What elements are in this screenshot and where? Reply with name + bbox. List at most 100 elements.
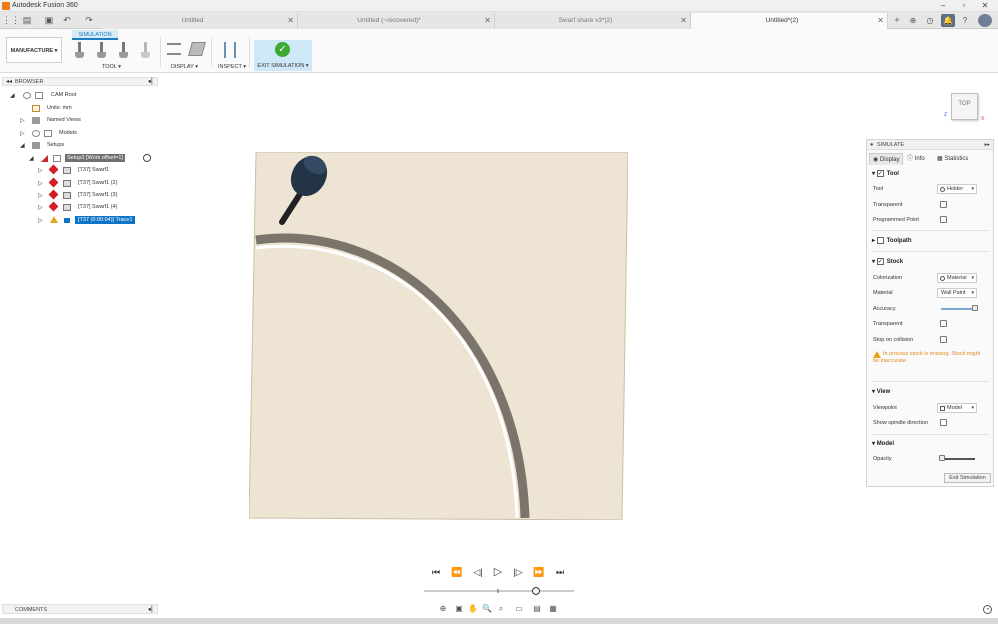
timeline-slider[interactable] <box>424 585 574 597</box>
play-button[interactable]: ▷ <box>491 565 505 579</box>
show-spindle-checkbox[interactable] <box>940 419 947 426</box>
colorization-dropdown[interactable]: Material ▾ <box>937 273 977 283</box>
collapse-icon[interactable]: ◢ <box>29 155 34 162</box>
panel-options-icon[interactable]: ●▏ <box>148 78 156 85</box>
stock-transparent-checkbox[interactable] <box>940 320 947 327</box>
inspect-group-label[interactable]: INSPECT ▾ <box>218 64 246 70</box>
extensions-icon[interactable]: ⊕ <box>906 14 920 27</box>
redo-icon[interactable]: ↷ <box>82 14 96 27</box>
step-forward-button[interactable]: |▷ <box>511 565 525 579</box>
viewcube[interactable]: TOP X Z <box>944 90 984 122</box>
help-icon[interactable]: ? <box>958 14 972 27</box>
step-back-button[interactable]: ◁| <box>471 565 485 579</box>
tab-untitled-recovered[interactable]: Untitled (~recovered)* ✕ <box>298 13 495 29</box>
section-title: Model <box>876 441 895 447</box>
expand-icon[interactable]: ▷ <box>20 117 25 124</box>
expand-icon[interactable]: ▷ <box>38 180 43 187</box>
expand-icon[interactable]: ▷ <box>38 192 43 199</box>
file-menu-icon[interactable]: ▤ <box>20 14 34 27</box>
orbit-icon[interactable]: ⊕ <box>438 604 448 614</box>
expand-icon[interactable]: ▷ <box>38 167 43 174</box>
close-window-button[interactable]: ✕ <box>976 1 994 11</box>
toolpath-display-icon[interactable] <box>167 43 181 55</box>
viewpoint-dropdown[interactable]: Model ▾ <box>937 403 977 413</box>
tab-swarf-share[interactable]: Swarf share v3*(2) ✕ <box>495 13 691 29</box>
comments-panel-header[interactable]: COMMENTS ●▏ <box>2 604 158 614</box>
flat-mill-tool-icon[interactable] <box>75 42 84 60</box>
save-icon[interactable]: ▣ <box>42 14 56 27</box>
minimize-button[interactable]: – <box>934 1 952 11</box>
bull-nose-tool-icon[interactable] <box>119 42 128 60</box>
undo-icon[interactable]: ↶ <box>60 14 74 27</box>
stop-on-collision-checkbox[interactable] <box>940 336 947 343</box>
opacity-slider[interactable] <box>941 458 975 460</box>
skip-to-start-button[interactable]: ⏮ <box>429 565 443 579</box>
tab-untitled[interactable]: Untitled ✕ <box>102 13 298 29</box>
model-section-header[interactable]: ▾ Model <box>872 440 894 447</box>
fit-icon[interactable]: ⌕ <box>496 604 506 614</box>
browser-panel-header[interactable]: ◂◂ BROWSER ●▏ <box>2 77 158 86</box>
collapse-icon[interactable]: ◢ <box>10 92 15 99</box>
tool-section-header[interactable]: ▾ ✓ Tool <box>872 170 899 177</box>
ball-mill-tool-icon[interactable] <box>97 42 106 60</box>
exit-simulation-button[interactable]: ✓ EXIT SIMULATION ▾ <box>254 40 312 71</box>
simulate-icon: ● <box>870 142 874 148</box>
next-operation-button[interactable]: ⏩ <box>532 565 546 579</box>
workspace-switcher[interactable]: MANUFACTURE ▾ <box>6 37 62 63</box>
job-status-icon[interactable]: ◷ <box>923 14 937 27</box>
collapse-panel-icon[interactable]: ◂◂ <box>6 78 12 85</box>
toolpath-visible-checkbox[interactable] <box>876 237 884 244</box>
tool-transparent-checkbox[interactable] <box>940 201 947 208</box>
timeline-handle[interactable] <box>532 587 540 595</box>
display-settings-icon[interactable]: ▭ <box>514 604 524 614</box>
tab-display[interactable]: ◉ Display <box>869 153 903 165</box>
notifications-icon[interactable]: 🔔 <box>941 14 955 27</box>
tab-simulation[interactable]: SIMULATION <box>72 30 118 40</box>
toolpath-section-header[interactable]: ▸ Toolpath <box>872 237 912 244</box>
stock-section-header[interactable]: ▾ ✓ Stock <box>872 258 903 265</box>
expand-icon[interactable]: ▷ <box>38 204 43 211</box>
tool-visible-checkbox[interactable]: ✓ <box>876 170 884 177</box>
close-tab-icon[interactable]: ✕ <box>287 16 294 25</box>
close-tab-icon[interactable]: ✕ <box>877 16 884 25</box>
view-section-header[interactable]: ▾ View <box>872 388 890 395</box>
accuracy-slider-handle[interactable] <box>972 305 979 311</box>
pan-icon[interactable]: ✋ <box>468 604 478 614</box>
material-dropdown[interactable]: Wall Paint ▾ <box>937 288 977 298</box>
grid-icon[interactable]: ▤ <box>532 604 542 614</box>
tool-dropdown[interactable]: Holder ▾ <box>937 184 977 194</box>
maximize-button[interactable]: ▫ <box>955 1 973 11</box>
feedback-icon[interactable]: ◔ <box>983 605 992 614</box>
simulate-panel-header[interactable]: ● SIMULATE ▸▸ <box>867 140 993 150</box>
panel-options-icon[interactable]: ●▏ <box>148 606 156 613</box>
collapse-icon[interactable]: ◢ <box>20 142 25 149</box>
tool-group-label[interactable]: TOOL ▾ <box>102 64 121 70</box>
expand-panel-icon[interactable]: ▸▸ <box>984 140 990 150</box>
camera-icon[interactable]: ▣ <box>454 604 464 614</box>
stock-visible-checkbox[interactable]: ✓ <box>876 258 884 265</box>
avatar[interactable] <box>978 14 992 27</box>
expand-icon[interactable]: ▷ <box>38 217 43 224</box>
app-grid-icon[interactable]: ⋮⋮ <box>2 14 20 27</box>
previous-operation-button[interactable]: ⏪ <box>450 565 464 579</box>
visibility-eye-icon[interactable] <box>23 92 31 99</box>
visibility-eye-icon[interactable] <box>32 130 40 137</box>
programmed-point-checkbox[interactable] <box>940 216 947 223</box>
viewports-icon[interactable]: ▦ <box>548 604 558 614</box>
opacity-slider-handle[interactable] <box>939 455 945 461</box>
tab-info[interactable]: ⓘ Info <box>907 153 935 165</box>
holder-icon <box>940 187 945 192</box>
tab-untitled-2[interactable]: Untitled*(2) ✕ <box>691 13 888 29</box>
inspect-icon[interactable] <box>224 42 236 58</box>
display-group-label[interactable]: DISPLAY ▾ <box>171 64 198 70</box>
expand-icon[interactable]: ▷ <box>20 130 25 137</box>
zoom-icon[interactable]: 🔍 <box>482 604 492 614</box>
skip-to-end-button[interactable]: ⏭ <box>553 565 567 579</box>
exit-simulation-panel-button[interactable]: Exit Simulation <box>944 473 991 483</box>
close-tab-icon[interactable]: ✕ <box>484 16 491 25</box>
new-tab-icon[interactable]: + <box>890 14 904 27</box>
tab-statistics[interactable]: ▦ Statistics <box>937 153 977 165</box>
stock-display-icon[interactable] <box>188 42 206 56</box>
close-tab-icon[interactable]: ✕ <box>680 16 687 25</box>
chamfer-tool-icon[interactable] <box>141 42 150 60</box>
